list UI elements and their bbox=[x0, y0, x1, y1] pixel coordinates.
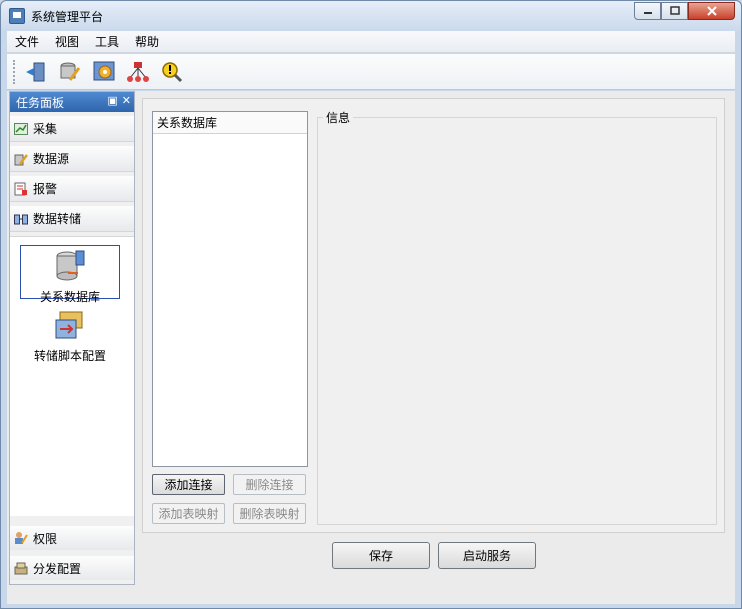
menu-bar: 文件 视图 工具 帮助 bbox=[7, 31, 735, 53]
datasource-icon bbox=[14, 153, 28, 165]
task-section-label: 报警 bbox=[33, 182, 58, 196]
add-connection-button[interactable]: 添加连接 bbox=[152, 474, 225, 495]
item-label: 转储脚本配置 bbox=[33, 349, 106, 363]
menu-file[interactable]: 文件 bbox=[7, 33, 47, 50]
delete-connection-button[interactable]: 删除连接 bbox=[233, 474, 306, 495]
task-panel-items: 关系数据库 转储脚本配置 bbox=[10, 236, 134, 516]
import-icon bbox=[26, 62, 45, 81]
maximize-button[interactable] bbox=[661, 2, 688, 20]
task-section-alarm[interactable]: 报警 bbox=[10, 176, 134, 202]
toolbar-datasource-button[interactable] bbox=[56, 58, 84, 86]
task-section-permissions[interactable]: 权限 bbox=[10, 526, 134, 550]
users-icon bbox=[15, 532, 28, 544]
toolbar-import-button[interactable] bbox=[22, 58, 50, 86]
main-panel: 关系数据库 添加连接 删除连接 添加表映射 删除表映射 信息 bbox=[142, 98, 725, 533]
task-panel: 任务面板 ▣ ✕ 采集 数据源 报警 数据转储 关系数据库 转储脚本配置 权限 … bbox=[9, 91, 135, 585]
close-panel-icon[interactable]: ✕ bbox=[122, 94, 131, 107]
start-service-button[interactable]: 启动服务 bbox=[438, 542, 536, 569]
task-section-distribution[interactable]: 分发配置 bbox=[10, 556, 134, 580]
close-button[interactable] bbox=[688, 2, 735, 20]
task-panel-header: 任务面板 ▣ ✕ bbox=[10, 92, 134, 112]
item-script-config[interactable]: 转储脚本配置 bbox=[20, 305, 120, 364]
task-section-label: 采集 bbox=[33, 122, 58, 136]
network-topology-icon bbox=[127, 61, 149, 82]
window-controls bbox=[634, 2, 735, 20]
maximize-icon bbox=[669, 6, 680, 15]
task-section-label: 数据源 bbox=[33, 152, 70, 166]
script-config-icon bbox=[55, 311, 83, 339]
task-section-data-transfer[interactable]: 数据转储 bbox=[10, 206, 134, 232]
toolbar-network-button[interactable] bbox=[124, 58, 152, 86]
datasource-edit-icon bbox=[60, 62, 81, 81]
database-list[interactable]: 关系数据库 bbox=[152, 111, 308, 467]
pin-icon[interactable]: ▣ bbox=[107, 94, 117, 107]
minimize-icon bbox=[643, 12, 652, 14]
menu-tools[interactable]: 工具 bbox=[87, 33, 127, 50]
database-list-header: 关系数据库 bbox=[153, 112, 307, 134]
app-icon bbox=[9, 8, 25, 24]
title-bar: 系统管理平台 bbox=[1, 1, 741, 31]
task-section-collect[interactable]: 采集 bbox=[10, 116, 134, 142]
content-area: 任务面板 ▣ ✕ 采集 数据源 报警 数据转储 关系数据库 转储脚本配置 权限 … bbox=[7, 91, 735, 604]
save-button[interactable]: 保存 bbox=[332, 542, 430, 569]
toolbar-config-button[interactable] bbox=[90, 58, 118, 86]
window-title: 系统管理平台 bbox=[31, 10, 104, 24]
chart-icon bbox=[14, 122, 28, 135]
main-window: 系统管理平台 文件 视图 工具 帮助 任务面板 ▣ ✕ 采集 数据源 报警 数据… bbox=[0, 0, 742, 609]
minimize-button[interactable] bbox=[634, 2, 661, 20]
data-transfer-icon bbox=[14, 214, 28, 224]
task-section-label: 权限 bbox=[33, 531, 58, 546]
task-panel-title: 任务面板 bbox=[16, 95, 65, 110]
config-gear-icon bbox=[93, 61, 115, 80]
menu-help[interactable]: 帮助 bbox=[127, 33, 167, 50]
menu-view[interactable]: 视图 bbox=[47, 33, 87, 50]
task-section-datasource[interactable]: 数据源 bbox=[10, 146, 134, 172]
distribution-icon bbox=[14, 562, 28, 575]
database-icon bbox=[56, 250, 85, 281]
info-groupbox bbox=[317, 117, 717, 525]
alarm-icon bbox=[14, 182, 27, 195]
toolbar bbox=[7, 54, 735, 90]
toolbar-grip[interactable] bbox=[13, 59, 16, 84]
delete-table-mapping-button[interactable]: 删除表映射 bbox=[233, 503, 306, 524]
task-section-label: 分发配置 bbox=[33, 561, 82, 576]
toolbar-alarm-search-button[interactable] bbox=[158, 58, 186, 86]
alarm-search-icon bbox=[162, 61, 183, 82]
task-section-label: 数据转储 bbox=[33, 212, 82, 226]
close-icon bbox=[706, 6, 717, 16]
item-label: 关系数据库 bbox=[39, 290, 100, 304]
info-groupbox-title: 信息 bbox=[323, 109, 354, 126]
add-table-mapping-button[interactable]: 添加表映射 bbox=[152, 503, 225, 524]
item-relational-database[interactable]: 关系数据库 bbox=[20, 245, 120, 304]
